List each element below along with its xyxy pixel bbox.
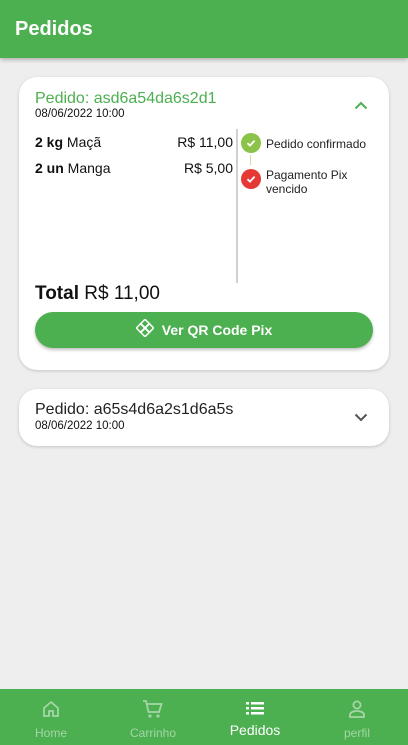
home-icon <box>41 699 61 724</box>
view-pix-qr-button[interactable]: Ver QR Code Pix <box>35 312 373 348</box>
order-item: 2 kg Maçã R$ 11,00 <box>35 134 233 150</box>
status-step: Pagamento Pix vencido <box>241 168 381 196</box>
item-name: Manga <box>67 160 111 176</box>
nav-item-carrinho[interactable]: Carrinho <box>102 689 204 745</box>
nav-label: Pedidos <box>229 722 281 738</box>
total-value: R$ 11,00 <box>84 283 160 304</box>
order-card[interactable]: Pedido: a65s4d6a2s1d6a5s 08/06/2022 10:0… <box>19 389 389 446</box>
order-id: Pedido: asd6a54da6s2d1 <box>35 90 217 107</box>
status-connector <box>250 155 251 165</box>
button-label: Ver QR Code Pix <box>161 322 273 338</box>
status-step: Pedido confirmado <box>241 133 381 153</box>
nav-item-pedidos[interactable]: Pedidos <box>204 689 306 745</box>
item-name: Maçã <box>66 134 102 150</box>
app-bar: Pedidos <box>0 0 408 58</box>
chevron-up-icon[interactable] <box>353 97 369 113</box>
order-total: Total R$ 11,00 <box>35 283 160 305</box>
bottom-nav: Home Carrinho Pedidos perfil <box>0 689 408 745</box>
check-icon <box>241 169 261 189</box>
page-title: Pedidos <box>15 17 93 40</box>
nav-item-home[interactable]: Home <box>0 689 102 745</box>
chevron-down-icon[interactable] <box>353 409 369 425</box>
order-card[interactable]: Pedido: asd6a54da6s2d1 08/06/2022 10:00 … <box>19 77 389 370</box>
nav-label: perfil <box>343 726 370 740</box>
nav-item-perfil[interactable]: perfil <box>306 689 408 745</box>
total-label: Total <box>35 283 79 304</box>
list-icon <box>245 699 265 722</box>
order-item: 2 un Manga R$ 5,00 <box>35 160 233 176</box>
item-price: R$ 5,00 <box>183 160 233 176</box>
status-text: Pagamento Pix vencido <box>266 168 348 196</box>
nav-label: Home <box>34 726 67 740</box>
item-quantity: 2 kg <box>35 134 64 150</box>
pix-icon <box>134 317 155 342</box>
status-text: Pedido confirmado <box>266 137 367 151</box>
nav-label: Carrinho <box>129 726 177 740</box>
check-icon <box>241 133 261 153</box>
order-date: 08/06/2022 10:00 <box>35 108 125 120</box>
item-price: R$ 11,00 <box>177 134 233 150</box>
cart-icon <box>142 699 164 724</box>
person-icon <box>347 699 367 724</box>
order-id: Pedido: a65s4d6a2s1d6a5s <box>35 401 234 418</box>
order-date: 08/06/2022 10:00 <box>35 420 125 432</box>
item-quantity: 2 un <box>35 160 64 176</box>
vertical-divider <box>236 129 238 283</box>
